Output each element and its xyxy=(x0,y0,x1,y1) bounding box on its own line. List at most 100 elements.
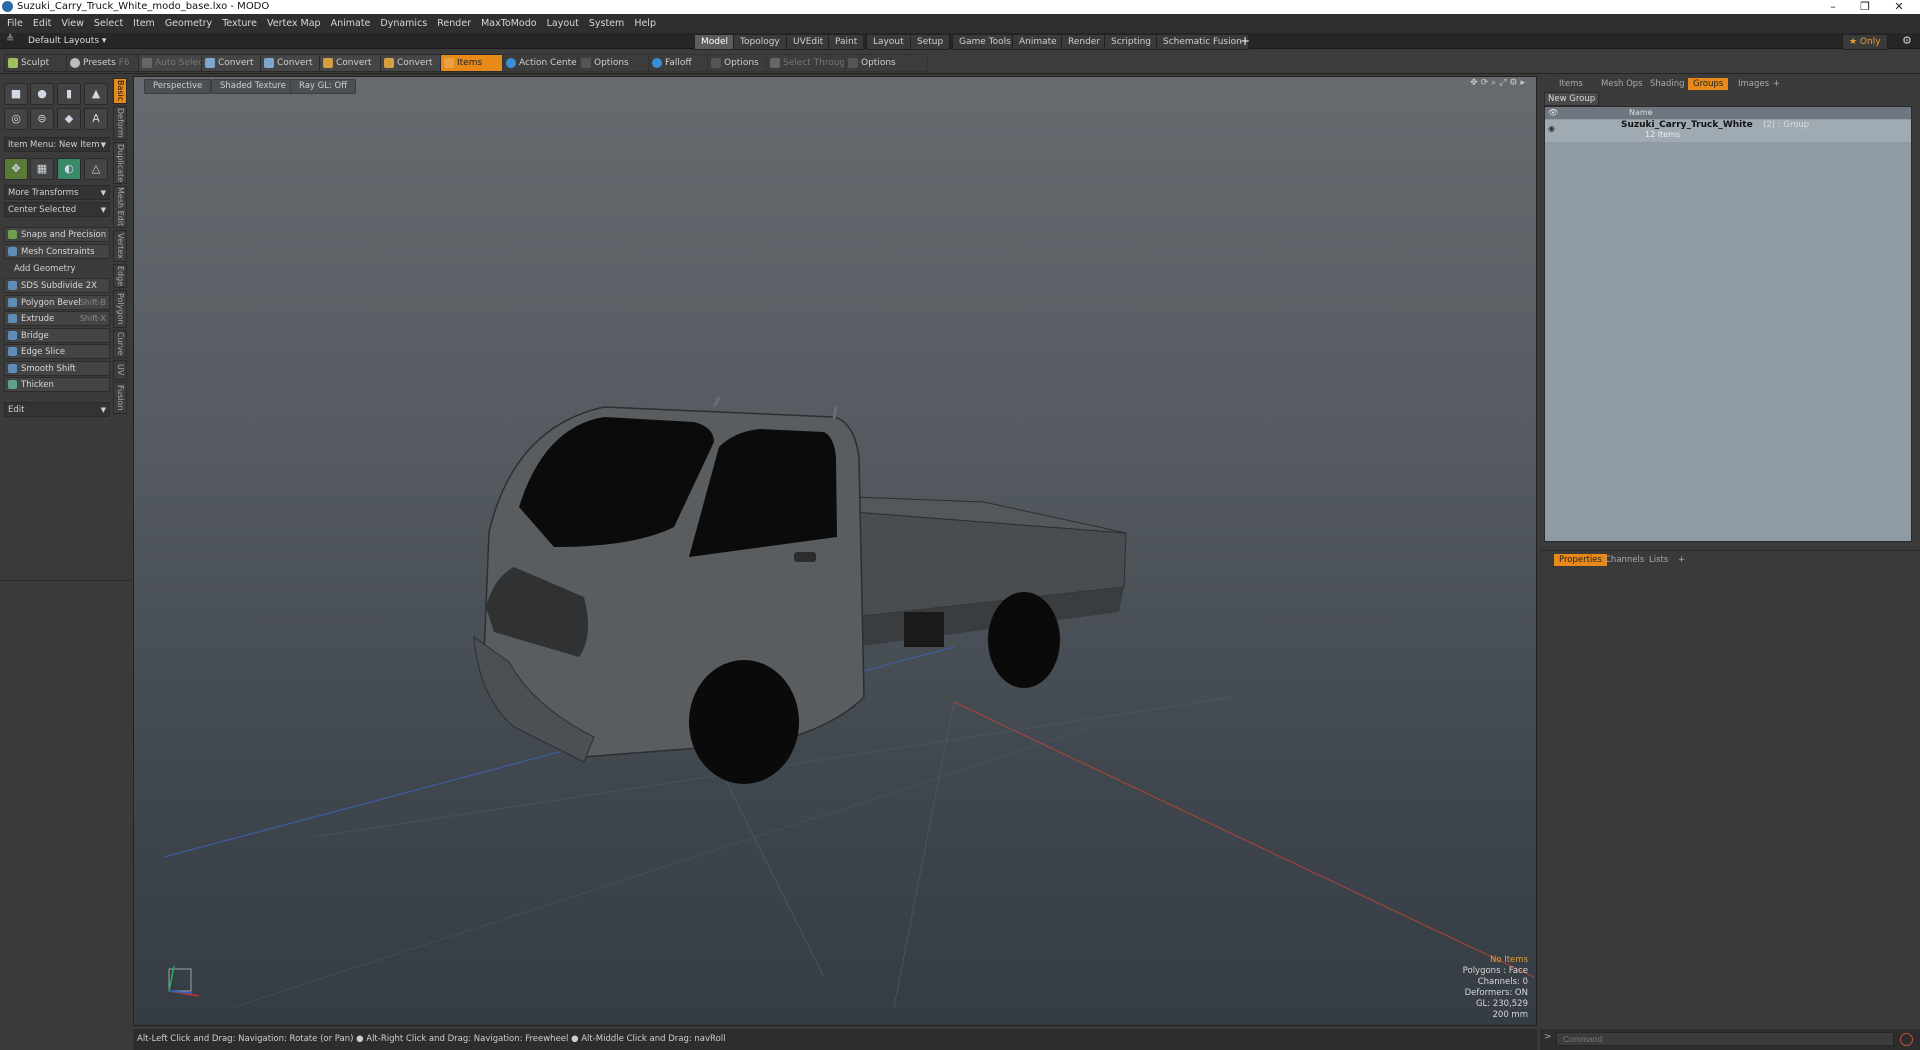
tab-groups[interactable]: Groups xyxy=(1688,78,1729,90)
truck-model[interactable] xyxy=(473,396,1127,784)
torus-icon[interactable]: ◎ xyxy=(4,108,28,130)
tab-mesh-edit[interactable]: Mesh Edit xyxy=(113,186,127,228)
edge-slice-button[interactable]: Edge Slice xyxy=(4,344,110,359)
only-toggle[interactable]: ★ Only xyxy=(1842,34,1888,50)
center-selected-dropdown[interactable]: Center Selected ▼ xyxy=(4,202,110,217)
tab-layout[interactable]: Layout xyxy=(866,34,911,50)
menu-item[interactable]: Item xyxy=(128,14,160,33)
sphere-icon[interactable]: ● xyxy=(30,83,54,105)
group-suffix: (2) : Group xyxy=(1763,120,1810,130)
smooth-shift-button[interactable]: Smooth Shift xyxy=(4,361,110,376)
add-geometry-header[interactable]: Add Geometry xyxy=(4,262,110,277)
tab-vertex[interactable]: Vertex xyxy=(113,230,127,262)
edit-label: Edit xyxy=(8,405,25,415)
menu-view[interactable]: View xyxy=(56,14,89,33)
minimize-button[interactable]: – xyxy=(1818,0,1848,14)
menu-geometry[interactable]: Geometry xyxy=(160,14,217,33)
group-row[interactable]: ◉ Suzuki_Carry_Truck_White (2) : Group 1… xyxy=(1545,120,1911,142)
menu-maxtomodo[interactable]: MaxToModo xyxy=(476,14,542,33)
tab-curve[interactable]: Curve xyxy=(113,330,127,358)
cylinder-icon[interactable]: ▮ xyxy=(57,83,81,105)
bridge-button[interactable]: Bridge xyxy=(4,328,110,343)
edit-dropdown[interactable]: Edit ▼ xyxy=(4,402,110,417)
command-input[interactable] xyxy=(1556,1032,1894,1046)
menu-edit[interactable]: Edit xyxy=(28,14,56,33)
menu-dynamics[interactable]: Dynamics xyxy=(375,14,432,33)
menu-file[interactable]: File xyxy=(0,14,28,33)
chevron-down-icon: ▼ xyxy=(100,189,106,197)
tab-deform[interactable]: Deform xyxy=(113,106,127,140)
mirror-post xyxy=(712,396,721,408)
select-through-options[interactable]: Options xyxy=(844,54,928,72)
tab-polygon[interactable]: Polygon xyxy=(113,290,127,328)
tab-uvedit[interactable]: UVEdit xyxy=(786,34,831,50)
convert-label: Convert xyxy=(218,58,254,68)
app-icon xyxy=(2,1,13,12)
grid-icon[interactable]: ▦ xyxy=(30,158,54,180)
close-button[interactable]: ✕ xyxy=(1884,0,1914,14)
menu-help[interactable]: Help xyxy=(629,14,661,33)
tab-animate[interactable]: Animate xyxy=(1012,34,1064,50)
rotate-icon[interactable]: ◐ xyxy=(57,158,81,180)
tab-paint[interactable]: Paint xyxy=(828,34,865,50)
more-transforms-dropdown[interactable]: More Transforms ▼ xyxy=(4,185,110,200)
tab-edge[interactable]: Edge xyxy=(113,264,127,288)
text-icon[interactable]: A xyxy=(84,108,108,130)
name-col-header[interactable]: Name xyxy=(1629,107,1653,119)
tab-shading[interactable]: Shading xyxy=(1645,78,1690,90)
settings-icon[interactable]: ⚙ xyxy=(1902,34,1912,47)
move-icon[interactable]: ✥ xyxy=(4,158,28,180)
gizmo-y-axis xyxy=(168,965,175,992)
tab-lists[interactable]: Lists xyxy=(1644,554,1673,566)
menu-vertex-map[interactable]: Vertex Map xyxy=(262,14,326,33)
scale-icon[interactable]: △ xyxy=(84,158,108,180)
menu-system[interactable]: System xyxy=(584,14,629,33)
item-menu-dropdown[interactable]: Item Menu: New Item ▼ xyxy=(4,137,110,152)
tab-game-tools[interactable]: Game Tools xyxy=(952,34,1018,50)
tab-basic[interactable]: Basic xyxy=(113,78,127,104)
tab-duplicate[interactable]: Duplicate xyxy=(113,142,127,184)
select-through-icon xyxy=(770,58,780,68)
tab-uv[interactable]: UV xyxy=(113,360,127,380)
x-axis-line xyxy=(953,701,1535,978)
tab-fusion[interactable]: Fusion xyxy=(113,382,127,414)
command-history-icon[interactable] xyxy=(1900,1033,1913,1046)
3d-viewport[interactable]: Perspective Shaded Texture Ray GL: Off ✥… xyxy=(133,76,1537,1026)
extrude-button[interactable]: Extrude Shift-X xyxy=(4,311,110,326)
menu-select[interactable]: Select xyxy=(89,14,128,33)
tab-model[interactable]: Model xyxy=(694,34,736,50)
layout-menu-icon[interactable]: ≜ xyxy=(6,34,14,45)
menu-texture[interactable]: Texture xyxy=(217,14,262,33)
capsule-icon[interactable]: ⊜ xyxy=(30,108,54,130)
menu-layout[interactable]: Layout xyxy=(542,14,584,33)
tab-setup[interactable]: Setup xyxy=(910,34,951,50)
add-tab-button[interactable]: + xyxy=(1673,554,1690,566)
eye-icon[interactable]: ◉ xyxy=(1548,124,1555,133)
mesh-constraints-button[interactable]: Mesh Constraints xyxy=(4,244,110,259)
tab-topology[interactable]: Topology xyxy=(733,34,787,50)
default-layouts-dropdown[interactable]: Default Layouts ▾ xyxy=(28,34,106,48)
visibility-col-icon[interactable]: 👁 xyxy=(1548,107,1558,119)
edge-slice-icon xyxy=(8,347,17,356)
grid-unit-stat: 200 mm xyxy=(1492,1010,1529,1020)
cone-icon[interactable]: ▲ xyxy=(84,83,108,105)
add-tab-button[interactable]: + xyxy=(1768,78,1785,90)
tab-render[interactable]: Render xyxy=(1061,34,1108,50)
menu-render[interactable]: Render xyxy=(432,14,476,33)
maximize-button[interactable]: ❐ xyxy=(1850,0,1880,14)
tab-items[interactable]: Items xyxy=(1554,78,1588,90)
sds-subdivide-button[interactable]: SDS Subdivide 2X xyxy=(4,278,110,293)
tab-mesh-ops[interactable]: Mesh Ops xyxy=(1596,78,1648,90)
tab-scripting[interactable]: Scripting xyxy=(1104,34,1159,50)
edge-mode-icon xyxy=(264,58,274,68)
polygon-bevel-button[interactable]: Polygon Bevel Shift-B xyxy=(4,295,110,310)
tab-channels[interactable]: Channels xyxy=(1600,554,1649,566)
cube-icon[interactable]: ■ xyxy=(4,83,28,105)
snaps-precision-button[interactable]: Snaps and Precision xyxy=(4,227,110,242)
thicken-button[interactable]: Thicken xyxy=(4,377,110,392)
menu-animate[interactable]: Animate xyxy=(326,14,376,33)
new-group-button[interactable]: New Group xyxy=(1544,92,1600,106)
plane-icon[interactable]: ◆ xyxy=(57,108,81,130)
tab-schematic-fusion[interactable]: Schematic Fusion xyxy=(1156,34,1249,50)
add-layout-button[interactable]: + xyxy=(1240,33,1250,49)
